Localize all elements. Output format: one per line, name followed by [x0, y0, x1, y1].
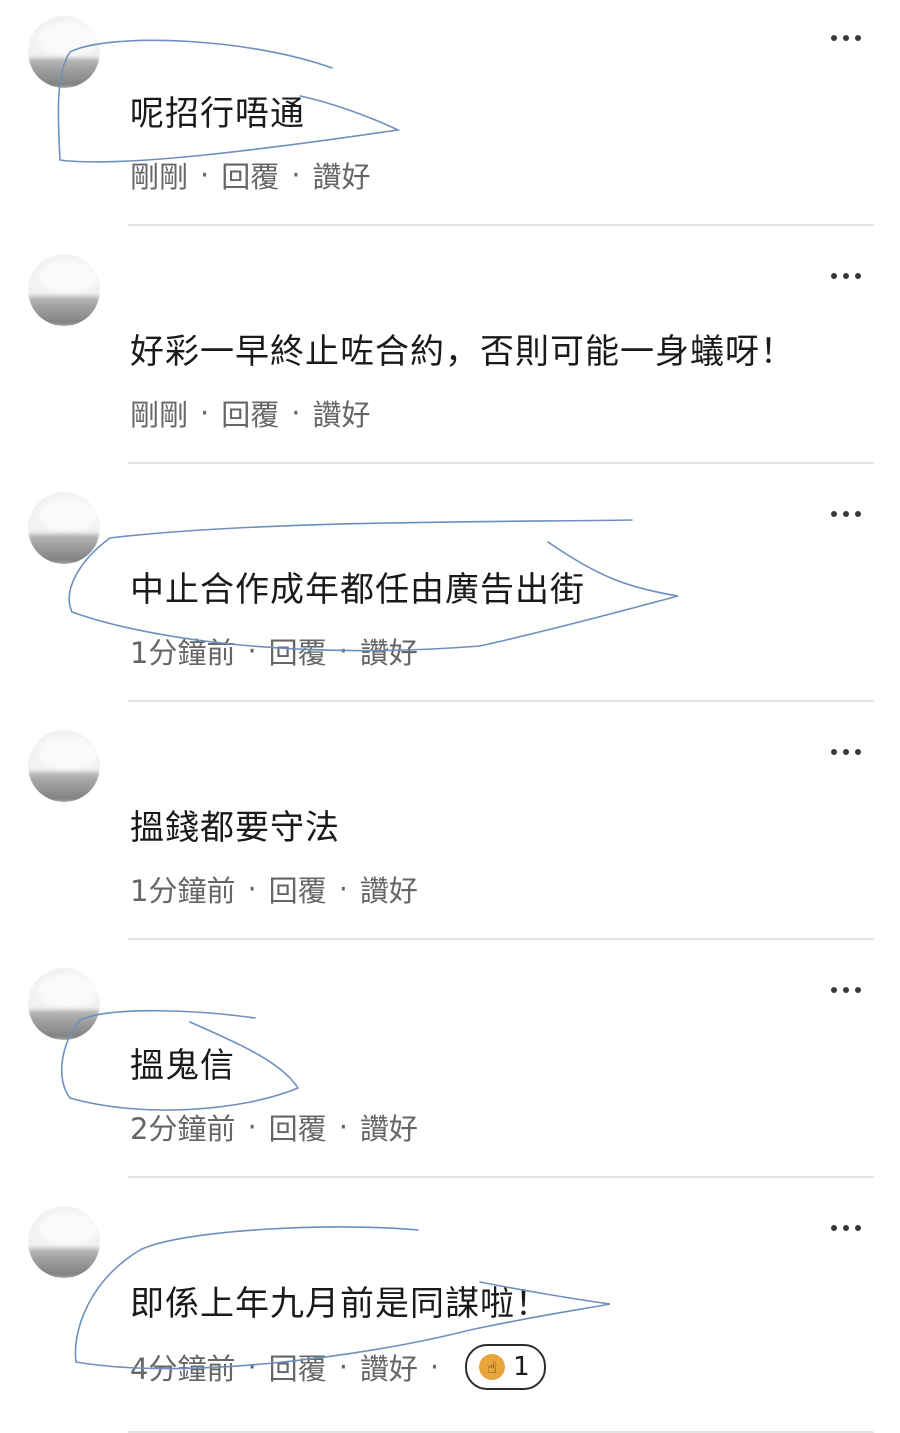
comment-text: 中止合作成年都任由廣告出街: [130, 570, 585, 610]
divider: [128, 462, 874, 464]
more-icon: [831, 749, 837, 755]
more-options-button[interactable]: [826, 266, 866, 286]
divider: [128, 700, 874, 702]
comment-item: 中止合作成年都任由廣告出街 1分鐘前 · 回覆 · 讚好: [0, 476, 900, 714]
separator: ·: [429, 1350, 440, 1384]
comment-text: 呢招行唔通: [130, 94, 305, 134]
separator: ·: [247, 1110, 257, 1144]
separator: ·: [247, 1350, 257, 1384]
separator: ·: [200, 396, 210, 430]
reply-link[interactable]: 回覆: [269, 1106, 327, 1148]
comment-meta: 1分鐘前 · 回覆 · 讚好: [130, 630, 418, 672]
more-options-button[interactable]: [826, 742, 866, 762]
avatar[interactable]: [28, 492, 100, 564]
like-link[interactable]: 讚好: [360, 1106, 418, 1148]
comment-item: 搵鬼信 2分鐘前 · 回覆 · 讚好: [0, 952, 900, 1190]
comment-item: 即係上年九月前是同謀啦！ 4分鐘前 · 回覆 · 讚好 · ☝ 1: [0, 1190, 900, 1433]
comment-item: 呢招行唔通 剛剛 · 回覆 · 讚好: [0, 0, 900, 238]
more-icon: [831, 987, 837, 993]
separator: ·: [338, 872, 348, 906]
more-icon: [831, 511, 837, 517]
comment-timestamp: 1分鐘前: [130, 874, 236, 908]
more-icon: [831, 1225, 837, 1231]
avatar[interactable]: [28, 730, 100, 802]
comment-text: 好彩一早終止咗合約，否則可能一身蟻呀！: [130, 332, 795, 372]
like-link[interactable]: 讚好: [360, 868, 418, 910]
avatar[interactable]: [28, 968, 100, 1040]
comment-timestamp: 4分鐘前: [130, 1352, 236, 1386]
reply-link[interactable]: 回覆: [269, 1346, 327, 1388]
avatar[interactable]: [28, 1206, 100, 1278]
comment-item: 好彩一早終止咗合約，否則可能一身蟻呀！ 剛剛 · 回覆 · 讚好: [0, 238, 900, 476]
comment-meta: 剛剛 · 回覆 · 讚好: [130, 392, 370, 434]
thumbs-up-icon: ☝: [479, 1354, 506, 1380]
reply-link[interactable]: 回覆: [221, 392, 279, 434]
separator: ·: [338, 1350, 348, 1384]
divider: [128, 224, 874, 226]
reply-link[interactable]: 回覆: [269, 630, 327, 672]
comment-item: 搵錢都要守法 1分鐘前 · 回覆 · 讚好: [0, 714, 900, 952]
more-icon: [831, 35, 837, 41]
more-options-button[interactable]: [826, 1218, 866, 1238]
like-link[interactable]: 讚好: [360, 630, 418, 672]
more-icon: [831, 273, 837, 279]
comment-timestamp: 剛剛: [130, 398, 189, 432]
divider: [128, 938, 874, 940]
reply-link[interactable]: 回覆: [269, 868, 327, 910]
comment-meta: 2分鐘前 · 回覆 · 讚好: [130, 1106, 418, 1148]
divider: [128, 1176, 874, 1178]
reaction-badge[interactable]: ☝ 1: [465, 1344, 546, 1390]
separator: ·: [247, 634, 257, 668]
avatar[interactable]: [28, 16, 100, 88]
separator: ·: [338, 634, 348, 668]
comment-meta: 1分鐘前 · 回覆 · 讚好: [130, 868, 418, 910]
separator: ·: [338, 1110, 348, 1144]
comment-timestamp: 剛剛: [130, 160, 189, 194]
separator: ·: [200, 158, 210, 192]
separator: ·: [247, 872, 257, 906]
more-options-button[interactable]: [826, 28, 866, 48]
comment-text: 即係上年九月前是同謀啦！: [130, 1284, 550, 1324]
separator: ·: [291, 158, 301, 192]
more-options-button[interactable]: [826, 504, 866, 524]
comment-meta: 剛剛 · 回覆 · 讚好: [130, 154, 370, 196]
separator: ·: [291, 396, 301, 430]
comment-timestamp: 2分鐘前: [130, 1112, 236, 1146]
comment-timestamp: 1分鐘前: [130, 636, 236, 670]
reaction-count: 1: [513, 1352, 530, 1382]
comment-text: 搵錢都要守法: [130, 808, 340, 848]
reply-link[interactable]: 回覆: [221, 154, 279, 196]
like-link[interactable]: 讚好: [360, 1346, 418, 1388]
like-link[interactable]: 讚好: [312, 392, 370, 434]
more-options-button[interactable]: [826, 980, 866, 1000]
avatar[interactable]: [28, 254, 100, 326]
comment-text: 搵鬼信: [130, 1046, 235, 1086]
comment-meta: 4分鐘前 · 回覆 · 讚好 · ☝ 1: [130, 1344, 546, 1390]
like-link[interactable]: 讚好: [312, 154, 370, 196]
